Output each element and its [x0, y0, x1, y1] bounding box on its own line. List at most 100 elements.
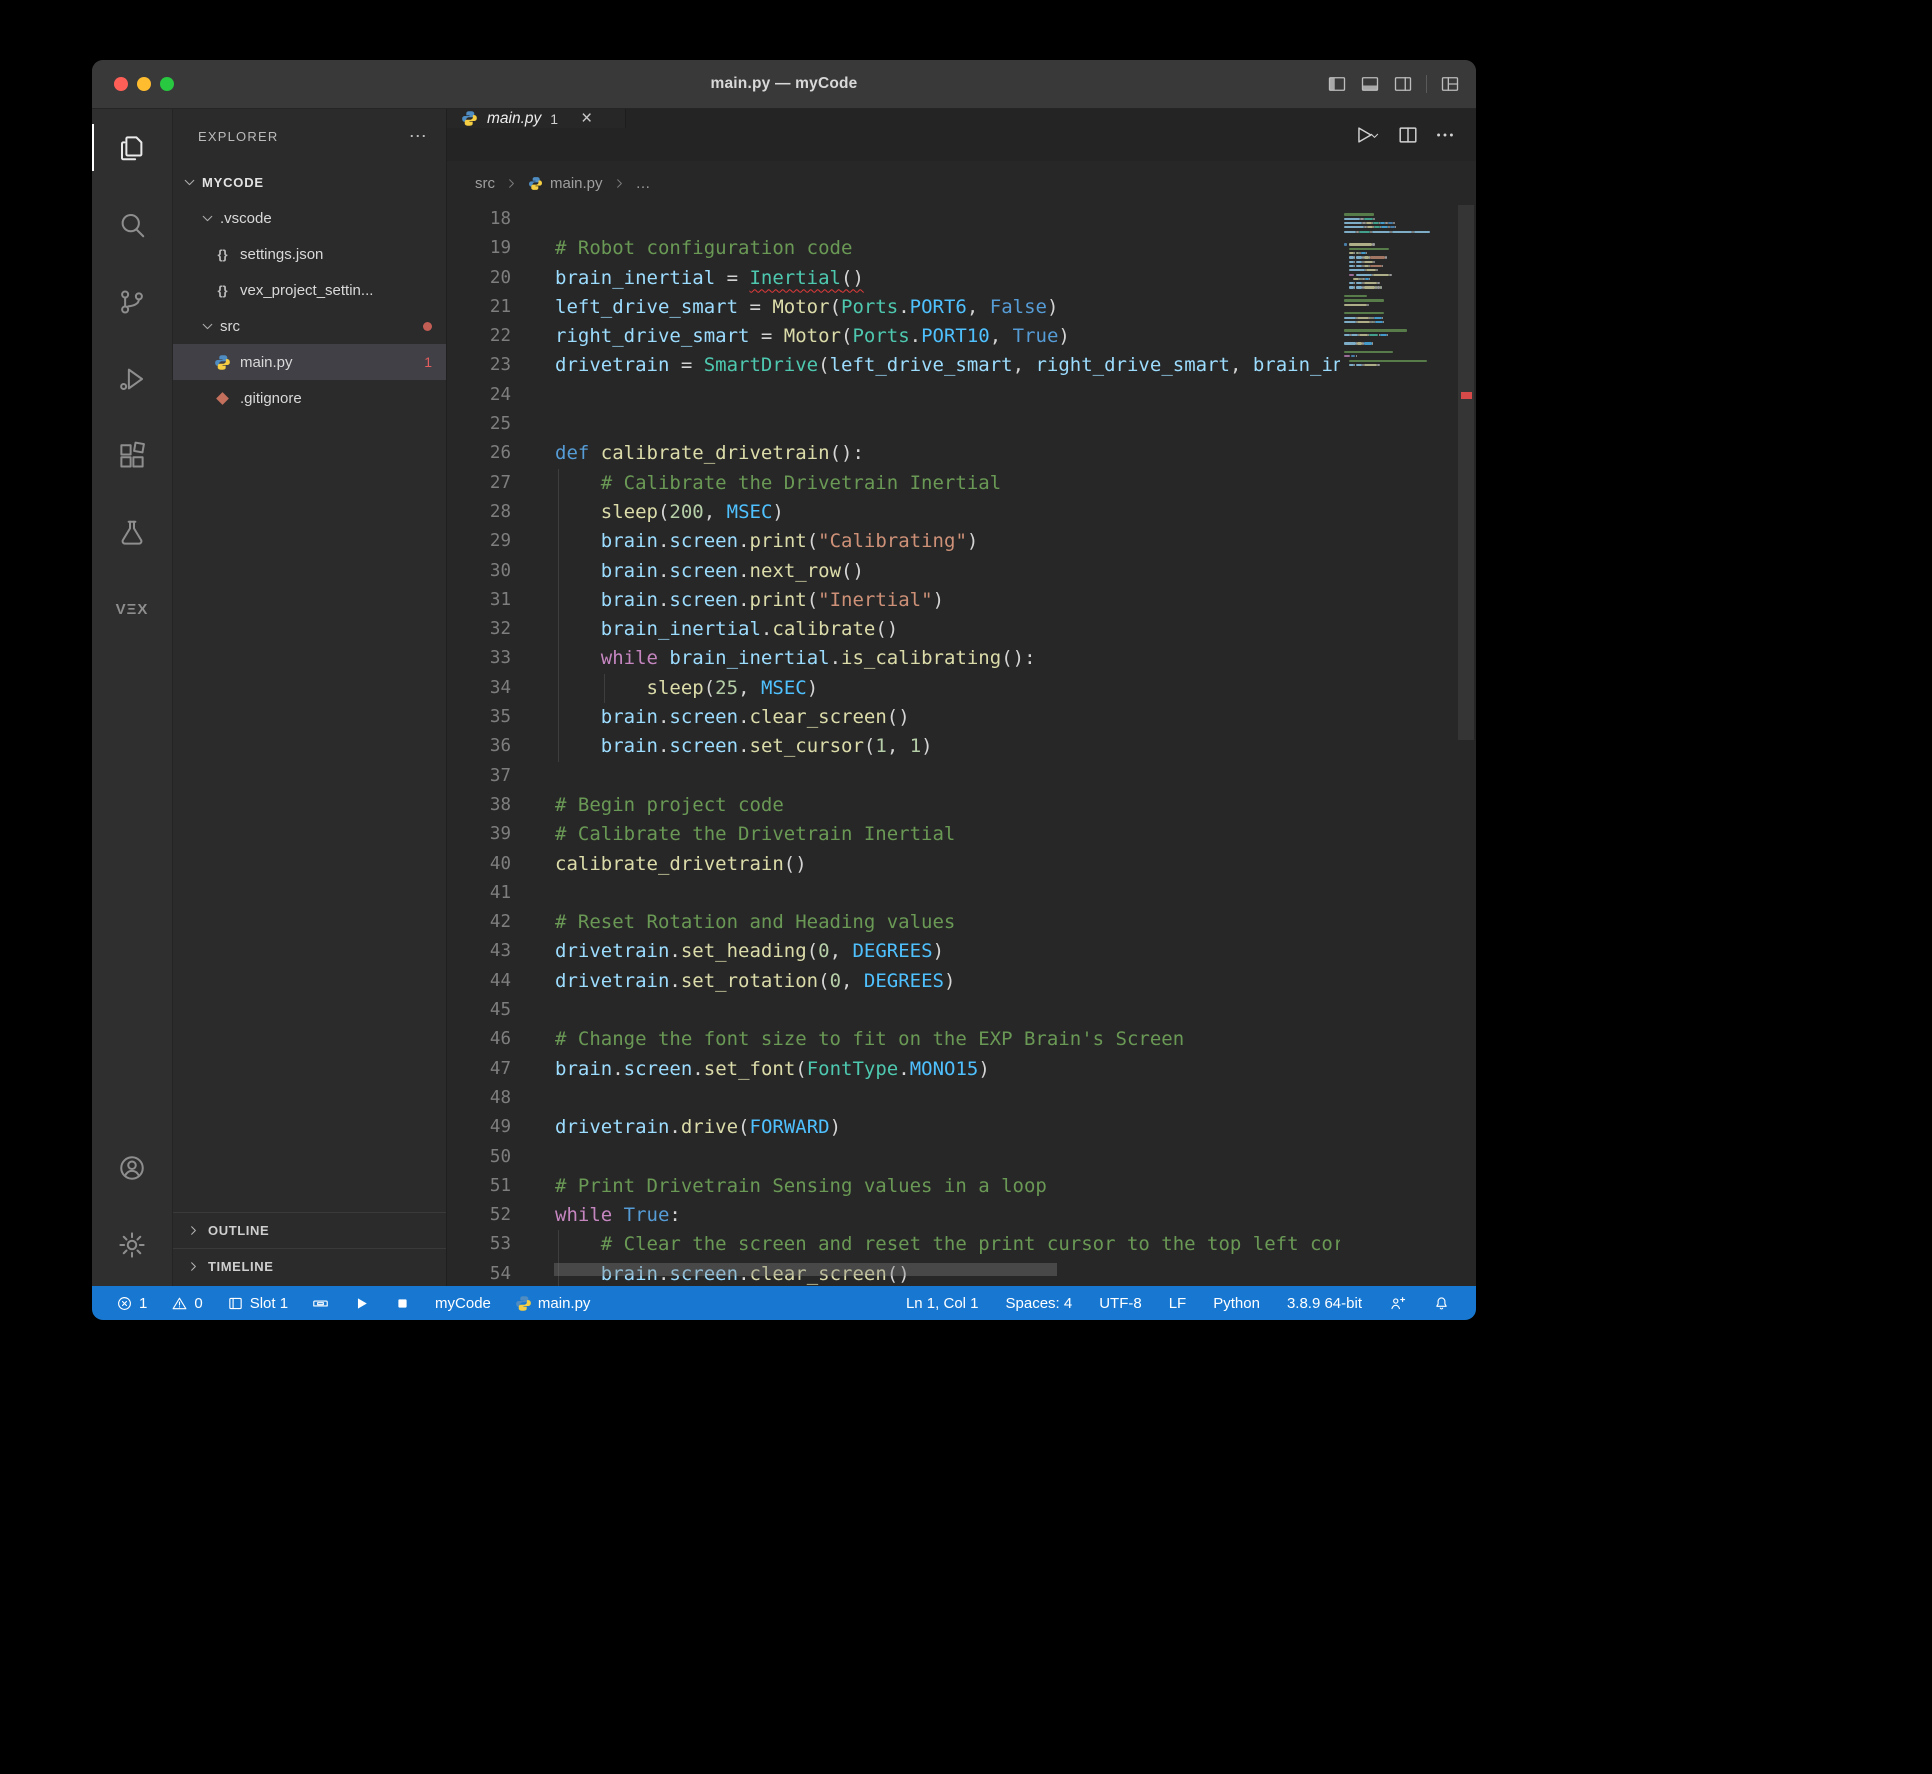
minimap-line [1370, 265, 1382, 267]
code-line-38[interactable]: # Begin project code [555, 791, 1340, 820]
code-line-31[interactable]: brain.screen.print("Inertial") [555, 586, 1340, 615]
activity-item-source-control[interactable] [92, 263, 172, 340]
minimap-line [1372, 342, 1373, 344]
activity-item-accounts[interactable] [92, 1129, 172, 1206]
vertical-scrollbar-thumb[interactable] [1458, 205, 1474, 740]
code-line-27[interactable]: # Calibrate the Drivetrain Inertial [555, 469, 1340, 498]
code-line-52[interactable]: while True: [555, 1201, 1340, 1230]
code-line-49[interactable]: drivetrain.drive(FORWARD) [555, 1113, 1340, 1142]
code-line-44[interactable]: drivetrain.set_rotation(0, DEGREES) [555, 967, 1340, 996]
minimap-line [1414, 231, 1430, 233]
code-line-28[interactable]: sleep(200, MSEC) [555, 498, 1340, 527]
code-line-42[interactable]: # Reset Rotation and Heading values [555, 908, 1340, 937]
code-line-25[interactable] [555, 410, 1340, 439]
activity-item-run-and-debug[interactable] [92, 340, 172, 417]
layout-sidebar-right-icon[interactable] [1393, 74, 1413, 94]
code-line-20[interactable]: brain_inertial = Inertial() [555, 264, 1340, 293]
tree-item-label: .gitignore [240, 390, 302, 407]
minimap-line [1357, 321, 1371, 323]
code-line-51[interactable]: # Print Drivetrain Sensing values in a l… [555, 1172, 1340, 1201]
status-active-file[interactable]: main.py [515, 1295, 591, 1312]
status-problems-errors[interactable]: 1 [116, 1295, 147, 1312]
code-line-19[interactable]: # Robot configuration code [555, 234, 1340, 263]
code-line-50[interactable] [555, 1143, 1340, 1172]
code-line-30[interactable]: brain.screen.next_row() [555, 557, 1340, 586]
breadcrumb-item[interactable]: main.py [528, 175, 603, 192]
vertical-scrollbar[interactable] [1456, 205, 1476, 1286]
status-python-interpreter[interactable]: 3.8.9 64-bit [1287, 1295, 1362, 1312]
tree-item--vscode[interactable]: .vscode [173, 200, 446, 236]
code-line-33[interactable]: while brain_inertial.is_calibrating(): [555, 644, 1340, 673]
status-notifications[interactable] [1433, 1295, 1450, 1312]
code-line-29[interactable]: brain.screen.print("Calibrating") [555, 527, 1340, 556]
panel-timeline[interactable]: TIMELINE [173, 1248, 446, 1284]
tab-main-py[interactable]: main.py1× [447, 109, 626, 128]
split-editor[interactable] [1397, 124, 1419, 146]
code-line-36[interactable]: brain.screen.set_cursor(1, 1) [555, 732, 1340, 761]
tree-item-main-py[interactable]: main.py1 [173, 344, 446, 380]
code-line-34[interactable]: sleep(25, MSEC) [555, 674, 1340, 703]
status-problems-warnings[interactable]: 0 [171, 1295, 202, 1312]
code-line-53[interactable]: # Clear the screen and reset the print c… [555, 1230, 1340, 1259]
layout-panel-icon[interactable] [1360, 74, 1380, 94]
code-line-48[interactable] [555, 1084, 1340, 1113]
tree-item-settings-json[interactable]: {}settings.json [173, 236, 446, 272]
status-project-name[interactable]: myCode [435, 1295, 491, 1312]
layout-sidebar-left-icon[interactable] [1327, 74, 1347, 94]
code-line-46[interactable]: # Change the font size to fit on the EXP… [555, 1025, 1340, 1054]
code-line-40[interactable]: calibrate_drivetrain() [555, 850, 1340, 879]
code-line-18[interactable] [555, 205, 1340, 234]
code-line-41[interactable] [555, 879, 1340, 908]
status-eol[interactable]: LF [1169, 1295, 1187, 1312]
minimap-line [1349, 248, 1389, 250]
minimap-line [1364, 342, 1372, 344]
code-line-43[interactable]: drivetrain.set_heading(0, DEGREES) [555, 937, 1340, 966]
more-actions-icon [1434, 124, 1456, 146]
close-icon[interactable]: × [581, 109, 592, 128]
layout-customize-icon[interactable] [1440, 74, 1460, 94]
status-vex-brain-status[interactable] [312, 1295, 329, 1312]
tree-item--gitignore[interactable]: .gitignore [173, 380, 446, 416]
status-cursor-position[interactable]: Ln 1, Col 1 [906, 1295, 979, 1312]
line-number: 54 [447, 1260, 511, 1286]
code-line-26[interactable]: def calibrate_drivetrain(): [555, 439, 1340, 468]
code-line-23[interactable]: drivetrain = SmartDrive(left_drive_smart… [555, 351, 1340, 380]
status-indentation[interactable]: Spaces: 4 [1006, 1295, 1073, 1312]
code-line-37[interactable] [555, 762, 1340, 791]
code-line-47[interactable]: brain.screen.set_font(FontType.MONO15) [555, 1055, 1340, 1084]
code-line-39[interactable]: # Calibrate the Drivetrain Inertial [555, 820, 1340, 849]
status-stop-program[interactable] [394, 1295, 411, 1312]
status-feedback[interactable] [1389, 1295, 1406, 1312]
code-line-24[interactable] [555, 381, 1340, 410]
breadcrumb-item[interactable]: … [636, 175, 651, 192]
more-actions-icon[interactable]: ⋯ [409, 126, 428, 147]
tree-item-src[interactable]: src [173, 308, 446, 344]
activity-item-testing[interactable] [92, 494, 172, 571]
activity-item-vex-extension[interactable]: VΞX [92, 571, 172, 648]
code-line-35[interactable]: brain.screen.clear_screen() [555, 703, 1340, 732]
minimap-line [1349, 243, 1372, 245]
status-language-mode[interactable]: Python [1213, 1295, 1260, 1312]
minimap-line [1373, 261, 1375, 263]
run-python-file[interactable] [1353, 124, 1382, 146]
more-editor-actions[interactable] [1434, 124, 1456, 146]
status-slot-selector[interactable]: Slot 1 [227, 1295, 288, 1312]
panel-outline[interactable]: OUTLINE [173, 1212, 446, 1248]
breadcrumb-item[interactable]: src [475, 175, 495, 192]
code-line-32[interactable]: brain_inertial.calibrate() [555, 615, 1340, 644]
tree-item-vex-project-settin-[interactable]: {}vex_project_settin... [173, 272, 446, 308]
tree-item-mycode[interactable]: MYCODE [173, 164, 446, 200]
minimap[interactable] [1344, 209, 1456, 1286]
activity-item-settings[interactable] [92, 1206, 172, 1283]
activity-item-explorer[interactable] [92, 109, 172, 186]
activity-item-extensions[interactable] [92, 417, 172, 494]
code-line-22[interactable]: right_drive_smart = Motor(Ports.PORT10, … [555, 322, 1340, 351]
horizontal-scrollbar[interactable] [554, 1263, 1057, 1276]
code-line-21[interactable]: left_drive_smart = Motor(Ports.PORT6, Fa… [555, 293, 1340, 322]
status-run-program[interactable] [353, 1295, 370, 1312]
code-line-45[interactable] [555, 996, 1340, 1025]
status-encoding[interactable]: UTF-8 [1099, 1295, 1142, 1312]
json-file-icon: {} [213, 283, 232, 298]
activity-item-search[interactable] [92, 186, 172, 263]
code-editor[interactable]: 1819202122232425262728293031323334353637… [447, 205, 1476, 1286]
